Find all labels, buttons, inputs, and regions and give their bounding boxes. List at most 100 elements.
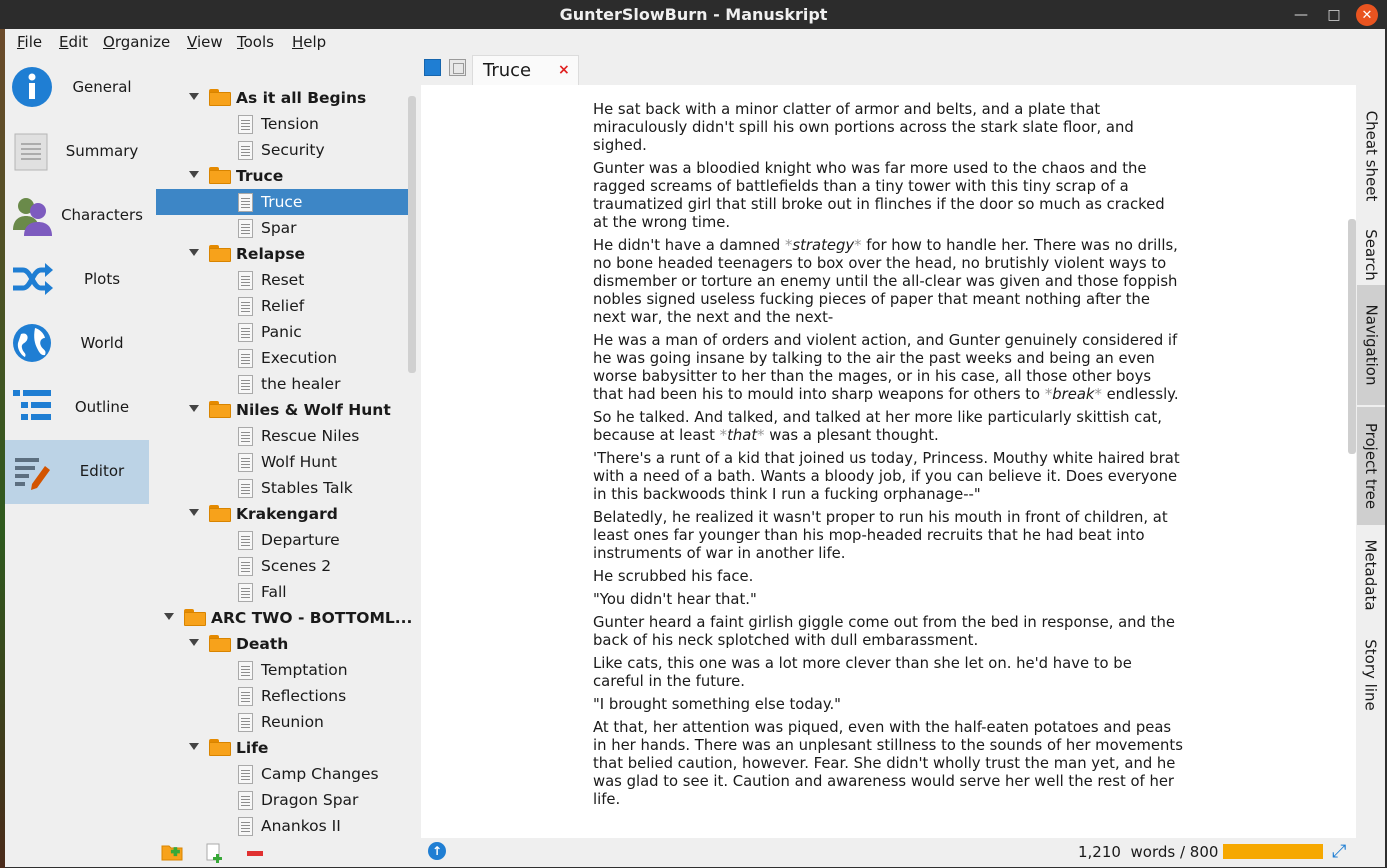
- emphasis-run: break: [1052, 386, 1095, 403]
- split-view-icon[interactable]: [449, 59, 466, 76]
- remove-icon[interactable]: [244, 842, 266, 864]
- paragraph[interactable]: "You didn't hear that.": [593, 591, 1183, 609]
- tree-item[interactable]: Dragon Spar: [156, 787, 408, 813]
- chevron-down-icon[interactable]: [189, 171, 199, 178]
- tree-item-label: As it all Begins: [236, 89, 367, 107]
- paragraph[interactable]: 'There's a runt of a kid that joined us …: [593, 450, 1183, 504]
- menu-edit[interactable]: Edit: [59, 33, 88, 51]
- folder-icon: [209, 89, 231, 106]
- paragraph[interactable]: He scrubbed his face.: [593, 568, 1183, 586]
- add-document-icon[interactable]: [204, 842, 226, 864]
- markup-marker: *: [719, 427, 728, 444]
- chevron-down-icon[interactable]: [189, 509, 199, 516]
- tree-item-label: Camp Changes: [261, 765, 379, 783]
- tree-item-label: Relapse: [236, 245, 306, 263]
- paragraph[interactable]: Gunter heard a faint girlish giggle come…: [593, 614, 1183, 650]
- tree-item-label: Security: [261, 141, 325, 159]
- tree-folder[interactable]: Niles & Wolf Hunt: [156, 397, 408, 423]
- tree-item[interactable]: Reflections: [156, 683, 408, 709]
- tree-item[interactable]: Anankos II: [156, 813, 408, 837]
- text-editor[interactable]: He sat back with a minor clatter of armo…: [421, 85, 1356, 838]
- sidebar-item-outline[interactable]: Outline: [5, 376, 149, 440]
- editor-text[interactable]: He sat back with a minor clatter of armo…: [593, 101, 1183, 814]
- tree-folder[interactable]: Life: [156, 735, 408, 761]
- minimize-button[interactable]: —: [1290, 4, 1312, 26]
- text-run: He didn't have a damned: [593, 237, 786, 254]
- tree-item[interactable]: Panic: [156, 319, 408, 345]
- add-folder-icon[interactable]: [161, 842, 183, 864]
- sidebar-item-world[interactable]: World: [5, 312, 149, 376]
- chevron-down-icon[interactable]: [189, 405, 199, 412]
- tab-truce[interactable]: Truce ×: [472, 55, 579, 85]
- paragraph[interactable]: Like cats, this one was a lot more cleve…: [593, 655, 1183, 691]
- chevron-down-icon[interactable]: [189, 249, 199, 256]
- tree-item[interactable]: Departure: [156, 527, 408, 553]
- tree-item[interactable]: Camp Changes: [156, 761, 408, 787]
- paragraph[interactable]: He didn't have a damned *strategy* for h…: [593, 237, 1183, 327]
- close-tab-icon[interactable]: ×: [558, 62, 570, 78]
- tree-item[interactable]: Security: [156, 137, 408, 163]
- document-icon: [238, 687, 253, 706]
- sidebar-item-summary[interactable]: Summary: [5, 120, 149, 184]
- menu-organize[interactable]: Organize: [103, 33, 170, 51]
- tree-item[interactable]: the healer: [156, 371, 408, 397]
- text-run: At that, her attention was piqued, even …: [593, 719, 1183, 808]
- tree-item[interactable]: Relief: [156, 293, 408, 319]
- tree-folder[interactable]: As it all Begins: [156, 85, 408, 111]
- maximize-button[interactable]: □: [1323, 4, 1345, 26]
- sidebar-item-editor[interactable]: Editor: [5, 440, 149, 504]
- tree-item[interactable]: Spar: [156, 215, 408, 241]
- tree-item-label: Rescue Niles: [261, 427, 360, 445]
- menu-tools[interactable]: Tools: [237, 33, 274, 51]
- full-view-icon[interactable]: [424, 59, 441, 76]
- word-count-value: 1,210: [1078, 843, 1121, 861]
- close-button[interactable]: ✕: [1356, 4, 1378, 26]
- tree-item[interactable]: Tension: [156, 111, 408, 137]
- paragraph[interactable]: He sat back with a minor clatter of armo…: [593, 101, 1183, 155]
- paragraph[interactable]: Gunter was a bloodied knight who was far…: [593, 160, 1183, 232]
- sidebar-item-characters[interactable]: Characters: [5, 184, 149, 248]
- tree-folder[interactable]: Krakengard: [156, 501, 408, 527]
- dock-tab-project-tree[interactable]: Project tree: [1357, 407, 1385, 525]
- sidebar-item-plots[interactable]: Plots: [5, 248, 149, 312]
- tree-folder[interactable]: ARC TWO - BOTTOML...: [156, 605, 412, 631]
- paragraph[interactable]: Belatedly, he realized it wasn't proper …: [593, 509, 1183, 563]
- tree-item[interactable]: Fall: [156, 579, 408, 605]
- chevron-down-icon[interactable]: [164, 613, 174, 620]
- paragraph[interactable]: "I brought something else today.": [593, 696, 1183, 714]
- tree-item[interactable]: Stables Talk: [156, 475, 408, 501]
- menu-file[interactable]: File: [17, 33, 42, 51]
- tree-item-label: Niles & Wolf Hunt: [236, 401, 391, 419]
- menu-help[interactable]: Help: [292, 33, 326, 51]
- tree-scrollbar[interactable]: [408, 96, 416, 373]
- paragraph[interactable]: So he talked. And talked, and talked at …: [593, 409, 1183, 445]
- paragraph[interactable]: At that, her attention was piqued, even …: [593, 719, 1183, 809]
- editor-scrollbar[interactable]: [1348, 219, 1356, 454]
- tree-folder[interactable]: Death: [156, 631, 408, 657]
- tree-folder[interactable]: Truce: [156, 163, 408, 189]
- tree-folder[interactable]: Relapse: [156, 241, 408, 267]
- tree-item[interactable]: Wolf Hunt: [156, 449, 408, 475]
- tree-item[interactable]: Execution: [156, 345, 408, 371]
- chevron-down-icon[interactable]: [189, 639, 199, 646]
- dock-tab-cheat-sheet[interactable]: Cheat sheet: [1357, 91, 1385, 221]
- paragraph[interactable]: He was a man of orders and violent actio…: [593, 332, 1183, 404]
- menu-view[interactable]: View: [187, 33, 223, 51]
- dock-tab-story-line[interactable]: Story line: [1357, 625, 1385, 725]
- arrow-up-icon[interactable]: ↑: [428, 842, 446, 860]
- tree-item[interactable]: Truce: [156, 189, 408, 215]
- tree-item[interactable]: Scenes 2: [156, 553, 408, 579]
- dock-tab-metadata[interactable]: Metadata: [1357, 529, 1385, 621]
- tree-item[interactable]: Reunion: [156, 709, 408, 735]
- sidebar-item-general[interactable]: General: [5, 56, 149, 120]
- chevron-down-icon[interactable]: [189, 743, 199, 750]
- chevron-down-icon[interactable]: [189, 93, 199, 100]
- tree-item[interactable]: Temptation: [156, 657, 408, 683]
- word-count: 1,210 words / 800: [1078, 843, 1218, 861]
- dock-tab-navigation[interactable]: Navigation: [1357, 285, 1385, 405]
- document-icon: [238, 817, 253, 836]
- dock-tab-search[interactable]: Search: [1357, 221, 1385, 289]
- tree-item[interactable]: Reset: [156, 267, 408, 293]
- fullscreen-icon[interactable]: ⤢: [1332, 841, 1346, 862]
- tree-item[interactable]: Rescue Niles: [156, 423, 408, 449]
